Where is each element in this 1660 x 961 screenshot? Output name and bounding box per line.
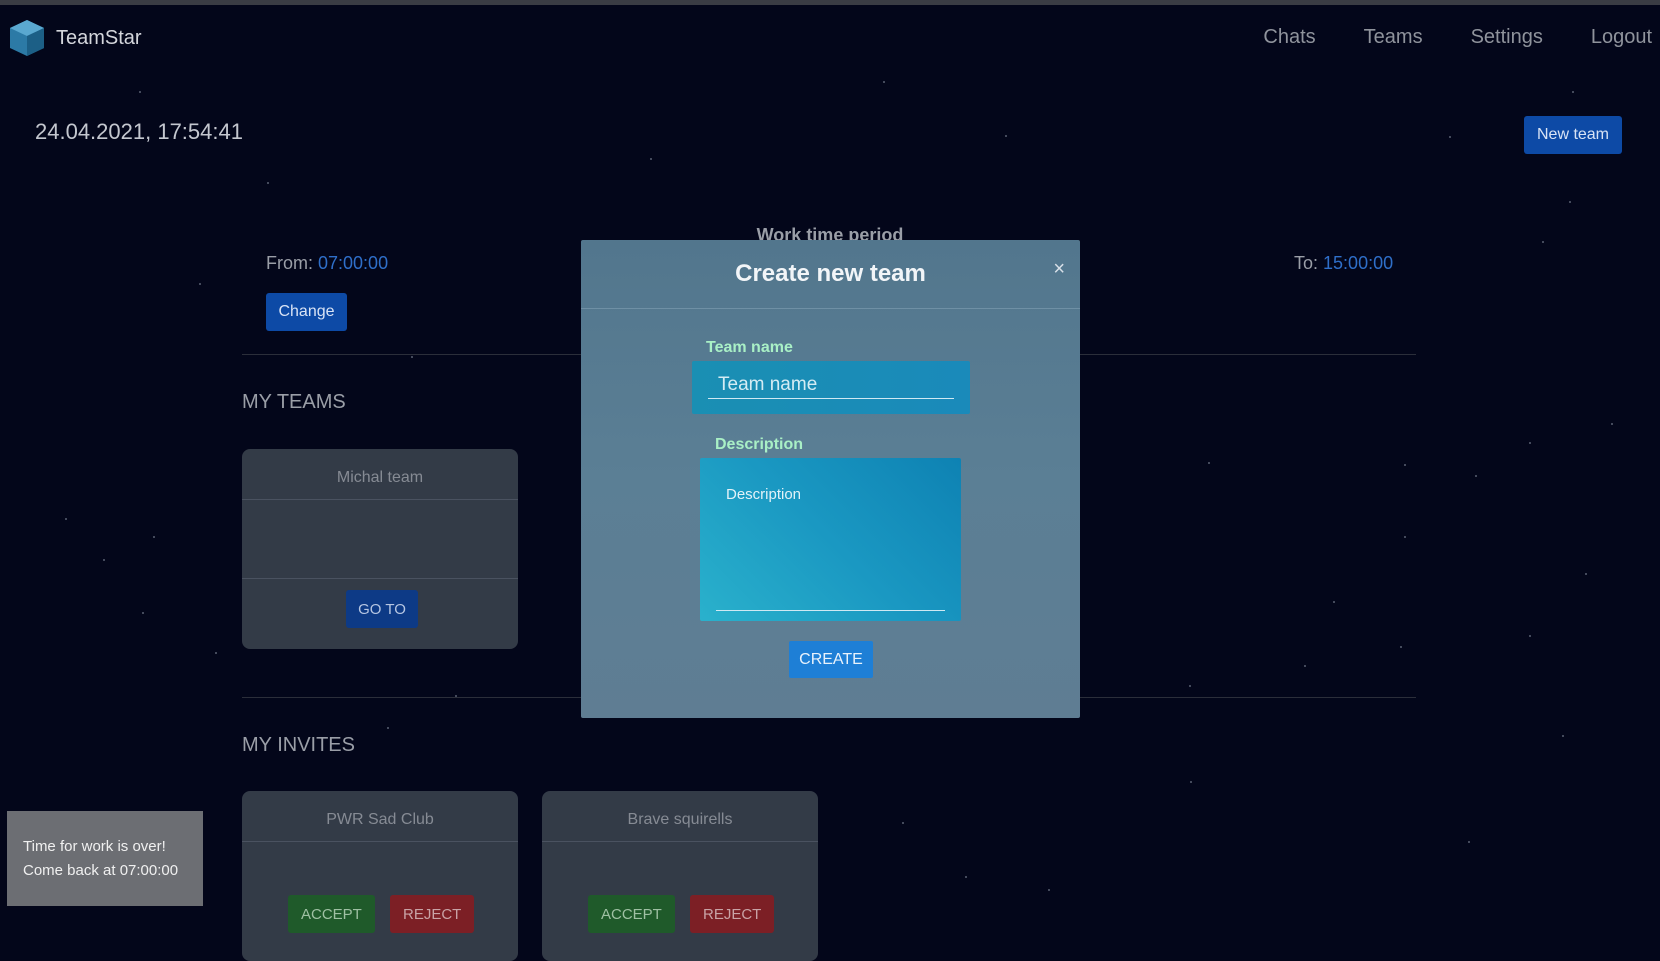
- brand[interactable]: TeamStar: [8, 18, 142, 58]
- nav-logout[interactable]: Logout: [1591, 26, 1652, 49]
- invite-reject-button[interactable]: REJECT: [690, 895, 775, 933]
- create-button[interactable]: CREATE: [789, 641, 873, 678]
- work-time-to: To: 15:00:00: [1294, 253, 1393, 274]
- description-textarea[interactable]: [716, 476, 945, 611]
- cube-logo-icon: [10, 20, 44, 56]
- to-value: 15:00:00: [1323, 253, 1394, 273]
- create-team-modal: Create new team × Team name Description …: [581, 240, 1080, 718]
- work-time-from: From: 07:00:00: [266, 253, 388, 274]
- from-value: 07:00:00: [318, 253, 389, 273]
- to-label: To:: [1294, 253, 1319, 273]
- from-label: From:: [266, 253, 313, 273]
- close-icon[interactable]: ×: [1053, 258, 1065, 281]
- team-name-input[interactable]: [708, 371, 954, 399]
- new-team-button[interactable]: New team: [1524, 116, 1622, 154]
- nav-teams[interactable]: Teams: [1364, 26, 1423, 49]
- team-card-name: Michal team: [242, 449, 518, 500]
- my-invites-title: MY INVITES: [242, 734, 355, 756]
- change-work-time-button[interactable]: Change: [266, 293, 347, 331]
- invite-card: PWR Sad Club ACCEPT REJECT: [242, 791, 518, 961]
- invite-card-name: PWR Sad Club: [242, 791, 518, 842]
- invite-reject-button[interactable]: REJECT: [390, 895, 475, 933]
- top-nav: Chats Teams Settings Logout: [1215, 26, 1652, 49]
- team-goto-button[interactable]: GO TO: [346, 590, 418, 628]
- description-field: [700, 458, 961, 621]
- card-divider: [242, 578, 518, 579]
- nav-chats[interactable]: Chats: [1263, 26, 1315, 49]
- toast-line: Time for work is over!: [23, 838, 166, 855]
- my-teams-title: MY TEAMS: [242, 391, 346, 413]
- team-card: Michal team GO TO: [242, 449, 518, 649]
- modal-title: Create new team: [735, 260, 926, 287]
- invite-card-name: Brave squirells: [542, 791, 818, 842]
- toast-line: Come back at 07:00:00: [23, 862, 179, 879]
- description-label: Description: [715, 436, 804, 453]
- team-name-label: Team name: [706, 339, 793, 356]
- invite-card: Brave squirells ACCEPT REJECT: [542, 791, 818, 961]
- modal-header: Create new team ×: [581, 240, 1080, 309]
- invite-accept-button[interactable]: ACCEPT: [288, 895, 375, 933]
- current-datetime: 24.04.2021, 17:54:41: [35, 119, 243, 144]
- invite-accept-button[interactable]: ACCEPT: [588, 895, 675, 933]
- work-over-toast: Time for work is over! Come back at 07:0…: [7, 811, 203, 906]
- nav-settings[interactable]: Settings: [1471, 26, 1543, 49]
- team-name-field: [692, 361, 970, 414]
- brand-name: TeamStar: [56, 26, 142, 49]
